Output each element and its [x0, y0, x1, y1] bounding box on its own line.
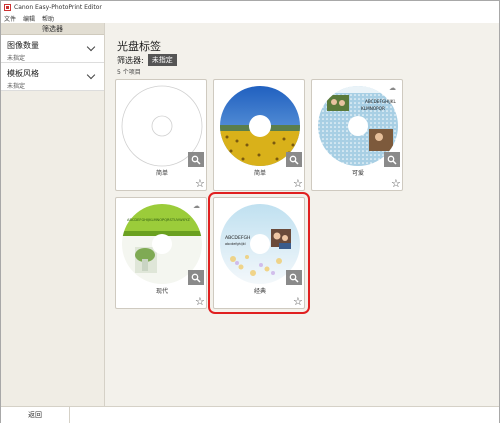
disc-sample-text: ABCDEFGH [225, 235, 251, 241]
back-button[interactable]: 返回 [1, 407, 70, 423]
filter-title: 模板风格 [7, 69, 39, 78]
menu-bar: 文件 编辑 帮助 [1, 13, 499, 23]
menu-help[interactable]: 帮助 [42, 14, 54, 23]
template-label: 可爱 [351, 170, 364, 177]
template-card[interactable]: ABCDEFGH abcdefghijkl 经典 ☆ [208, 192, 310, 314]
filter-value: 未指定 [7, 83, 26, 90]
page-title: 光盘标签 [117, 40, 161, 53]
template-card[interactable]: ABCDEFGHIJKL KLMNOPQR ☁ 可爱 ☆ [311, 79, 403, 191]
cloud-download-icon: ☁ [193, 202, 200, 210]
window-title: Canon Easy-PhotoPrint Editor [14, 3, 102, 11]
menu-file[interactable]: 文件 [4, 14, 16, 23]
template-label: 经典 [253, 288, 266, 295]
filter-label: 筛选器: [117, 55, 144, 65]
zoom-button[interactable] [188, 152, 204, 167]
template-gallery: 光盘标签 筛选器: 未指定 5 个项目 简单 ☆ 简单 ☆ ABCDEFGHIJ… [105, 23, 499, 406]
filter-image-count[interactable]: 图像数量 未指定 [1, 35, 104, 63]
magnifier-icon [387, 155, 397, 165]
item-count: 5 个项目 [117, 69, 141, 76]
magnifier-icon [289, 155, 299, 165]
zoom-button[interactable] [286, 270, 302, 285]
disc-sample-text: KLMNOPQR [361, 106, 385, 111]
menu-edit[interactable]: 编辑 [23, 14, 35, 23]
zoom-button[interactable] [286, 152, 302, 167]
zoom-button[interactable] [188, 270, 204, 285]
filter-sidebar: 筛选器 图像数量 未指定 模板风格 未指定 [1, 23, 105, 406]
zoom-button[interactable] [384, 152, 400, 167]
footer-bar: 返回 [1, 406, 499, 423]
template-label: 简单 [155, 170, 168, 177]
template-label: 现代 [155, 288, 168, 295]
template-card[interactable]: 简单 ☆ [213, 79, 305, 191]
template-label: 简单 [253, 170, 266, 177]
magnifier-icon [289, 273, 299, 283]
sidebar-header: 筛选器 [1, 23, 104, 35]
star-favorite-icon[interactable]: ☆ [293, 296, 303, 307]
cloud-download-icon: ☁ [389, 84, 396, 92]
star-favorite-icon[interactable]: ☆ [293, 178, 303, 189]
disc-sample-text: ABCDEFGHIJKLMNOPQRSTUVWXYZ [127, 218, 190, 222]
template-card[interactable]: ABCDEFGHIJKLMNOPQRSTUVWXYZ ☁ 现代 ☆ [115, 197, 207, 309]
magnifier-icon [191, 155, 201, 165]
disc-sample-text: ABCDEFGHIJKL [365, 99, 396, 104]
active-filter-row: 筛选器: 未指定 [117, 54, 177, 66]
template-card[interactable]: 简单 ☆ [115, 79, 207, 191]
star-favorite-icon[interactable]: ☆ [391, 178, 401, 189]
app-window: Canon Easy-PhotoPrint Editor 文件 编辑 帮助 筛选… [0, 0, 500, 423]
filter-value: 未指定 [7, 55, 26, 62]
title-bar: Canon Easy-PhotoPrint Editor [1, 1, 499, 13]
star-favorite-icon[interactable]: ☆ [195, 178, 205, 189]
filter-template-style[interactable]: 模板风格 未指定 [1, 63, 104, 91]
app-logo-icon [4, 3, 11, 11]
star-favorite-icon[interactable]: ☆ [195, 296, 205, 307]
disc-sample-text: abcdefghijkl [225, 242, 246, 246]
filter-title: 图像数量 [7, 41, 39, 50]
filter-chip[interactable]: 未指定 [147, 54, 177, 66]
magnifier-icon [191, 273, 201, 283]
